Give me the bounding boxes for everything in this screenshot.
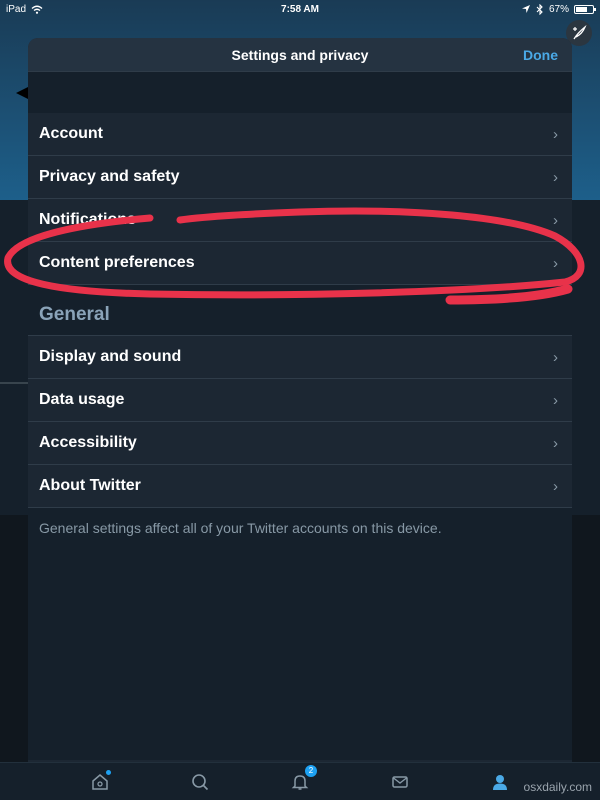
profile-tab[interactable] <box>489 771 511 793</box>
chevron-right-icon: › <box>553 168 558 186</box>
device-name: iPad <box>6 3 27 15</box>
battery-percent: 67% <box>548 3 569 15</box>
home-icon <box>92 774 108 790</box>
settings-item-label: Content preferences <box>39 254 195 271</box>
settings-item-label: Display and sound <box>39 348 182 365</box>
settings-item-label: Notifications <box>39 211 136 228</box>
watermark: osxdaily.com <box>523 780 592 794</box>
status-bar: iPad 7:58 AM 67% <box>0 0 600 18</box>
modal-header: Settings and privacy Done <box>28 38 572 72</box>
search-icon <box>192 774 209 791</box>
chevron-right-icon: › <box>553 477 558 495</box>
tab-bar: 2 <box>0 762 600 800</box>
background-divider <box>0 382 30 384</box>
profile-icon <box>493 775 507 790</box>
settings-item-about-twitter[interactable]: About Twitter › <box>28 465 572 508</box>
messages-icon <box>392 776 408 788</box>
general-section-header: General <box>28 285 572 336</box>
settings-item-display-and-sound[interactable]: Display and sound › <box>28 336 572 379</box>
settings-item-label: Privacy and safety <box>39 168 180 185</box>
status-time: 7:58 AM <box>281 3 319 15</box>
settings-item-data-usage[interactable]: Data usage › <box>28 379 572 422</box>
settings-item-content-preferences[interactable]: Content preferences › <box>28 242 572 285</box>
chevron-right-icon: › <box>553 348 558 366</box>
wifi-icon <box>31 5 43 14</box>
settings-item-notifications[interactable]: Notifications › <box>28 199 572 242</box>
settings-item-accessibility[interactable]: Accessibility › <box>28 422 572 465</box>
settings-item-privacy-and-safety[interactable]: Privacy and safety › <box>28 156 572 199</box>
notifications-tab[interactable]: 2 <box>289 765 317 793</box>
chevron-right-icon: › <box>553 211 558 229</box>
chevron-right-icon: › <box>553 434 558 452</box>
messages-tab[interactable] <box>389 771 411 793</box>
feather-icon <box>573 25 587 40</box>
chevron-right-icon: › <box>553 254 558 272</box>
settings-item-label: Accessibility <box>39 434 137 451</box>
battery-level <box>576 6 587 12</box>
account-section-header <box>28 72 572 113</box>
new-tweets-dot <box>106 770 111 775</box>
settings-item-label: Data usage <box>39 391 125 408</box>
notification-count-badge: 2 <box>305 765 317 777</box>
location-icon <box>521 5 530 13</box>
modal-title: Settings and privacy <box>231 46 369 63</box>
done-button[interactable]: Done <box>523 47 558 63</box>
settings-item-label: About Twitter <box>39 477 141 494</box>
battery-icon <box>574 4 596 14</box>
general-section-title: General <box>39 304 110 325</box>
general-settings-note: General settings affect all of your Twit… <box>28 508 572 548</box>
chevron-right-icon: › <box>553 391 558 409</box>
settings-item-label: Account <box>39 125 103 142</box>
settings-item-account[interactable]: Account › <box>28 113 572 156</box>
settings-modal: Settings and privacy Done Account › Priv… <box>28 38 572 762</box>
search-tab[interactable] <box>189 771 211 793</box>
modal-empty-area <box>28 548 572 760</box>
bluetooth-icon <box>536 3 543 15</box>
home-tab[interactable] <box>89 770 111 793</box>
chevron-right-icon: › <box>553 125 558 143</box>
